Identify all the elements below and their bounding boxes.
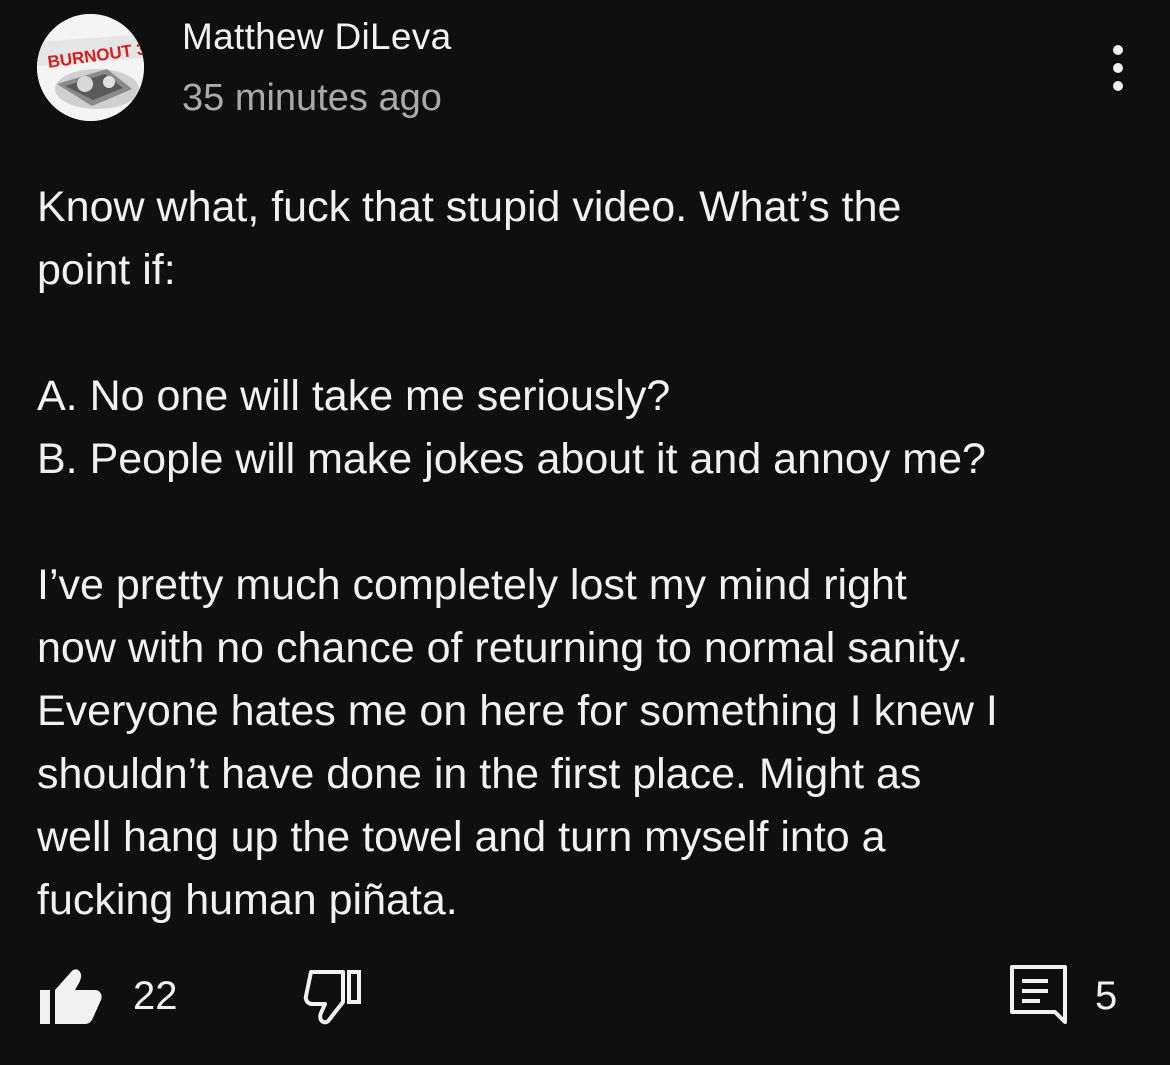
reply-button[interactable] [1005,962,1075,1032]
comment-line: Everyone hates me on here for something … [37,687,998,735]
thumbs-down-icon [303,970,361,1025]
comment-line: point if: [37,246,176,294]
comment-header: BURNOUT 3 Matthew DiLeva 35 minutes ago [37,14,1137,124]
comment-line: I’ve pretty much completely lost my mind… [37,561,907,609]
more-vertical-icon-dot [1113,63,1123,73]
comment-line: well hang up the towel and turn myself i… [37,813,886,861]
comment-line: shouldn’t have done in the first place. … [37,750,922,798]
comment-line: B. People will make jokes about it and a… [37,435,986,483]
avatar-image: BURNOUT 3 [37,14,144,121]
comment-blank-line [37,491,1147,554]
comment-icon [1010,965,1067,1024]
more-vertical-icon-dot [1113,81,1123,91]
author-name[interactable]: Matthew DiLeva [182,16,452,58]
reply-count: 5 [1095,974,1118,1018]
comment-timestamp: 35 minutes ago [182,77,442,119]
avatar[interactable]: BURNOUT 3 [37,14,144,121]
thumbs-up-icon [40,969,102,1024]
like-count: 22 [133,974,178,1018]
comment-actions: 22 5 [37,962,1127,1032]
comment-line: fucking human piñata. [37,876,458,924]
comment-body: Know what, fuck that stupid video. What’… [37,176,1147,932]
comment-blank-line [37,302,1147,365]
comment-line: A. No one will take me seriously? [37,372,671,420]
more-vertical-icon-dot [1113,45,1123,55]
more-options-button[interactable] [1097,42,1137,98]
comment-line: Know what, fuck that stupid video. What’… [37,183,902,231]
like-button[interactable] [37,962,107,1032]
dislike-button[interactable] [299,962,369,1032]
comment-line: now with no chance of returning to norma… [37,624,969,672]
